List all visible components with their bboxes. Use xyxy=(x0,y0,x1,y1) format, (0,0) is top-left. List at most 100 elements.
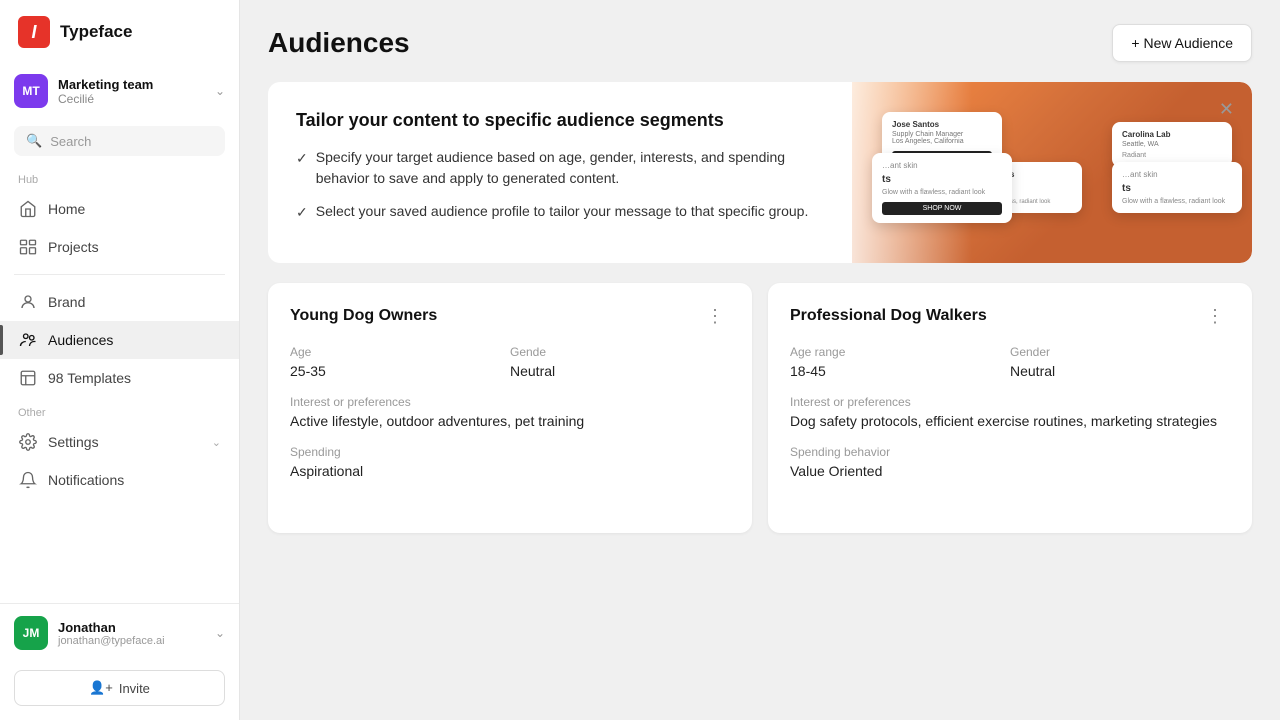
audience-card-0: Young Dog Owners ⋮ Age 25-35 Gende Neutr… xyxy=(268,283,752,533)
banner-close-button[interactable]: ✕ xyxy=(1215,96,1238,122)
settings-expand-icon: ⌄ xyxy=(212,436,221,449)
banner-image: Jose Santos Supply Chain Manager Los Ang… xyxy=(852,82,1252,263)
sidebar-item-audiences[interactable]: Audiences xyxy=(0,321,239,359)
check-icon-1: ✓ xyxy=(296,148,308,169)
audience-card-0-fields: Age 25-35 Gende Neutral Interest or pref… xyxy=(290,345,730,495)
user-email: jonathan@typeface.ai xyxy=(58,635,205,647)
gender-label-1: Gender xyxy=(1010,345,1230,359)
mini-card-5: …ant skin ts Glow with a flawless, radia… xyxy=(1112,162,1242,213)
settings-icon xyxy=(18,432,38,452)
chevron-down-icon: ⌄ xyxy=(215,84,225,98)
banner-point-1: ✓ Specify your target audience based on … xyxy=(296,147,816,189)
spending-value-1: Value Oriented xyxy=(790,463,1230,479)
age-value-1: 18-45 xyxy=(790,363,1010,379)
settings-label: Settings xyxy=(48,434,99,450)
age-field-1: Age range 18-45 xyxy=(790,345,1010,379)
check-icon-2: ✓ xyxy=(296,202,308,223)
audiences-icon xyxy=(18,330,38,350)
audience-card-0-title: Young Dog Owners xyxy=(290,307,437,325)
spending-field-1: Spending behavior Value Oriented xyxy=(790,445,1230,479)
sidebar: I Typeface MT Marketing team Cecilié ⌄ 🔍… xyxy=(0,0,240,720)
invite-icon: 👤+ xyxy=(89,680,113,696)
age-label-1: Age range xyxy=(790,345,1010,359)
mini-card-3: …ant skin ts Glow with a flawless, radia… xyxy=(872,153,1012,223)
user-info: Jonathan jonathan@typeface.ai xyxy=(58,620,205,647)
banner-list: ✓ Specify your target audience based on … xyxy=(296,147,816,223)
gender-value-1: Neutral xyxy=(1010,363,1230,379)
other-section-label: Other xyxy=(0,397,239,423)
logo-icon: I xyxy=(18,16,50,48)
team-sub: Cecilié xyxy=(58,92,205,106)
age-value-0: 25-35 xyxy=(290,363,510,379)
sidebar-item-settings[interactable]: Settings ⌄ xyxy=(0,423,239,461)
audience-card-1-header: Professional Dog Walkers ⋮ xyxy=(790,305,1230,327)
templates-icon xyxy=(18,368,38,388)
team-info: Marketing team Cecilié xyxy=(58,77,205,106)
team-switcher[interactable]: MT Marketing team Cecilié ⌄ xyxy=(0,64,239,118)
audience-card-0-header: Young Dog Owners ⋮ xyxy=(290,305,730,327)
age-label-0: Age xyxy=(290,345,510,359)
hub-section-label: Hub xyxy=(0,164,239,190)
team-avatar: MT xyxy=(14,74,48,108)
mini-card-4: Carolina Lab Seattle, WA Radiant xyxy=(1112,122,1232,167)
interest-label-0: Interest or preferences xyxy=(290,395,730,409)
sidebar-item-home[interactable]: Home xyxy=(0,190,239,228)
new-audience-button[interactable]: + New Audience xyxy=(1112,24,1252,62)
gender-field-1: Gender Neutral xyxy=(1010,345,1230,379)
spending-label-0: Spending xyxy=(290,445,730,459)
main-content: Audiences + New Audience Tailor your con… xyxy=(240,0,1280,720)
home-label: Home xyxy=(48,201,85,217)
brand-label: Brand xyxy=(48,294,85,310)
user-name: Jonathan xyxy=(58,620,205,635)
banner-point-2: ✓ Select your saved audience profile to … xyxy=(296,201,816,223)
audience-card-1: Professional Dog Walkers ⋮ Age range 18-… xyxy=(768,283,1252,533)
notifications-label: Notifications xyxy=(48,472,124,488)
audiences-label: Audiences xyxy=(48,332,113,348)
user-switcher[interactable]: JM Jonathan jonathan@typeface.ai ⌄ xyxy=(0,604,239,662)
audience-card-1-menu-button[interactable]: ⋮ xyxy=(1200,305,1230,327)
sidebar-item-brand[interactable]: Brand xyxy=(0,283,239,321)
banner-point-2-text: Select your saved audience profile to ta… xyxy=(316,201,809,222)
page-title: Audiences xyxy=(268,27,410,59)
search-label: Search xyxy=(50,134,91,149)
spending-field-0: Spending Aspirational xyxy=(290,445,730,479)
search-icon: 🔍 xyxy=(26,133,42,149)
nav-divider-1 xyxy=(14,274,225,275)
interest-value-0: Active lifestyle, outdoor adventures, pe… xyxy=(290,413,730,429)
age-field-0: Age 25-35 xyxy=(290,345,510,379)
interest-label-1: Interest or preferences xyxy=(790,395,1230,409)
team-name: Marketing team xyxy=(58,77,205,92)
gender-field-0: Gende Neutral xyxy=(510,345,730,379)
brand-icon xyxy=(18,292,38,312)
audience-card-0-menu-button[interactable]: ⋮ xyxy=(700,305,730,327)
user-expand-icon: ⌄ xyxy=(215,626,225,640)
projects-label: Projects xyxy=(48,239,99,255)
sidebar-bottom: JM Jonathan jonathan@typeface.ai ⌄ 👤+ In… xyxy=(0,603,239,720)
interest-field-0: Interest or preferences Active lifestyle… xyxy=(290,395,730,429)
logo-area: I Typeface xyxy=(0,0,239,64)
home-icon xyxy=(18,199,38,219)
spending-value-0: Aspirational xyxy=(290,463,730,479)
interest-field-1: Interest or preferences Dog safety proto… xyxy=(790,395,1230,429)
notifications-icon xyxy=(18,470,38,490)
banner-point-1-text: Specify your target audience based on ag… xyxy=(316,147,816,189)
spending-label-1: Spending behavior xyxy=(790,445,1230,459)
interest-value-1: Dog safety protocols, efficient exercise… xyxy=(790,413,1230,429)
info-banner: Tailor your content to specific audience… xyxy=(268,82,1252,263)
search-box[interactable]: 🔍 Search xyxy=(14,126,225,156)
audience-card-1-title: Professional Dog Walkers xyxy=(790,307,987,325)
sidebar-item-templates[interactable]: 98 Templates xyxy=(0,359,239,397)
invite-button[interactable]: 👤+ Invite xyxy=(14,670,225,706)
templates-label: 98 Templates xyxy=(48,370,131,386)
sidebar-item-projects[interactable]: Projects xyxy=(0,228,239,266)
sidebar-item-notifications[interactable]: Notifications xyxy=(0,461,239,499)
gender-value-0: Neutral xyxy=(510,363,730,379)
invite-label: Invite xyxy=(119,681,150,696)
banner-content: Tailor your content to specific audience… xyxy=(296,110,816,235)
app-title: Typeface xyxy=(60,22,132,42)
audience-grid: Young Dog Owners ⋮ Age 25-35 Gende Neutr… xyxy=(268,283,1252,533)
page-header: Audiences + New Audience xyxy=(268,24,1252,62)
audience-card-1-fields: Age range 18-45 Gender Neutral Interest … xyxy=(790,345,1230,495)
projects-icon xyxy=(18,237,38,257)
gender-label-0: Gende xyxy=(510,345,730,359)
